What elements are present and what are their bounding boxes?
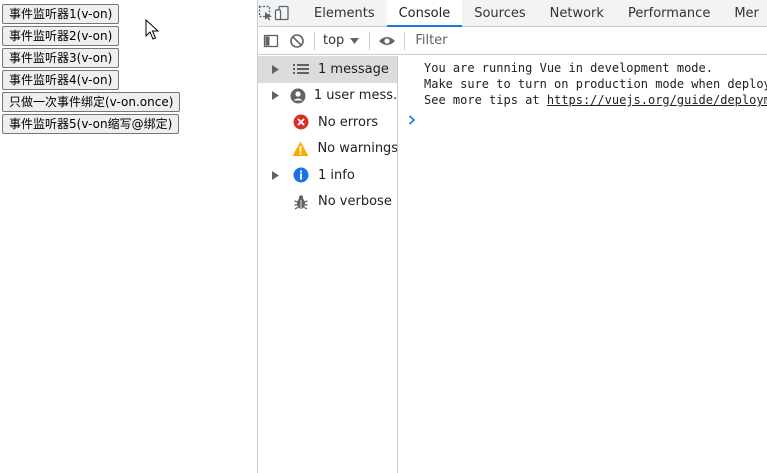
bug-icon (288, 194, 314, 210)
expand-arrow-icon[interactable] (272, 64, 288, 74)
tab-performance[interactable]: Performance (616, 0, 722, 26)
context-selector[interactable]: top (319, 33, 365, 48)
context-label: top (323, 33, 345, 48)
console-line-2: Make sure to turn on production mode whe… (424, 77, 767, 91)
sidebar-item-verbose[interactable]: No verbose (258, 189, 397, 216)
console-message-vue-dev[interactable]: You are running Vue in development mode.… (424, 60, 767, 108)
sidebar-item-info[interactable]: 1 info (258, 162, 397, 189)
console-prompt-chevron-icon[interactable] (408, 113, 416, 129)
error-icon (288, 114, 314, 130)
listener-4-button[interactable]: 事件监听器4(v-on) (2, 70, 120, 90)
device-toolbar-icon[interactable] (274, 0, 290, 26)
expand-arrow-icon[interactable] (272, 91, 286, 101)
devtools-panel: Elements Console Sources Network Perform… (257, 0, 767, 473)
live-expression-eye-icon[interactable] (374, 28, 400, 54)
toolbar-divider (314, 31, 315, 50)
sidebar-item-errors[interactable]: No errors (258, 109, 397, 136)
sidebar-item-label: 1 user mess… (313, 88, 397, 104)
mouse-cursor-icon (145, 19, 159, 40)
listener-5-shorthand-button[interactable]: 事件监听器5(v-on缩写@绑定) (2, 114, 180, 134)
sidebar-item-messages[interactable]: 1 message (258, 56, 397, 83)
console-line-1: You are running Vue in development mode. (424, 61, 713, 75)
filter-input[interactable] (409, 29, 767, 52)
console-sidebar: 1 message 1 user mess… No errors No warn… (258, 56, 398, 473)
dropdown-arrow-icon (350, 37, 360, 44)
toolbar-divider-2 (369, 31, 371, 50)
tab-network[interactable]: Network (538, 0, 616, 26)
toolbar-divider-3 (404, 31, 406, 50)
sidebar-item-warnings[interactable]: No warnings (258, 136, 397, 163)
user-icon (286, 88, 309, 104)
once-binding-button[interactable]: 只做一次事件绑定(v-on.once) (2, 92, 181, 112)
console-output[interactable]: You are running Vue in development mode.… (398, 56, 767, 473)
listener-2-button[interactable]: 事件监听器2(v-on) (2, 26, 120, 46)
page-viewport: 事件监听器1(v-on) 事件监听器2(v-on) 事件监听器3(v-on) 事… (0, 0, 257, 473)
clear-console-icon[interactable] (284, 28, 310, 54)
tab-console[interactable]: Console (386, 0, 463, 27)
info-icon (288, 167, 314, 183)
sidebar-item-label: No errors (318, 114, 379, 130)
tab-memory[interactable]: Mer (722, 0, 767, 26)
list-icon (288, 61, 314, 77)
sidebar-item-label: No verbose (318, 194, 392, 210)
sidebar-toggle-icon[interactable] (258, 28, 284, 54)
listener-1-button[interactable]: 事件监听器1(v-on) (2, 4, 120, 24)
expand-arrow-icon[interactable] (272, 170, 288, 180)
sidebar-item-label: 1 message (318, 61, 389, 77)
console-line-3-prefix: See more tips at (424, 93, 547, 107)
sidebar-item-label: No warnings (317, 141, 397, 157)
console-toolbar: top (258, 27, 767, 55)
warning-icon (288, 141, 314, 157)
vue-deployment-link[interactable]: https://vuejs.org/guide/deploym (547, 93, 767, 107)
inspect-element-icon[interactable] (258, 0, 274, 26)
sidebar-item-label: 1 info (318, 167, 355, 183)
tab-sources[interactable]: Sources (462, 0, 537, 26)
sidebar-item-user-messages[interactable]: 1 user mess… (258, 83, 397, 110)
tab-elements[interactable]: Elements (302, 0, 387, 26)
listener-3-button[interactable]: 事件监听器3(v-on) (2, 48, 120, 68)
devtools-tabbar: Elements Console Sources Network Perform… (258, 0, 767, 27)
